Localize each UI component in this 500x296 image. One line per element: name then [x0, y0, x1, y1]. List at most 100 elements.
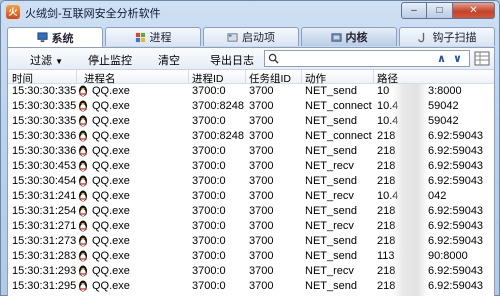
action-cell: NET_connect [305, 130, 372, 142]
process-name-cell: QQ.exe [92, 190, 130, 202]
app-window: 火 火绒剑-互联网安全分析软件 – □ ✕ 系统 进程 启动项 内核 钩子扫描 [0, 0, 500, 296]
chevron-down-icon: ∨ [453, 53, 462, 65]
search-next-button[interactable]: ∨ [453, 52, 462, 65]
path-tail-cell: 6.92:59043 [428, 265, 484, 277]
tab-label: 进程 [149, 32, 172, 44]
pid-cell: 3700:0 [192, 175, 226, 187]
path-tail-cell: 6.92:59043 [428, 280, 484, 292]
tab-hook-scan[interactable]: 钩子扫描 [399, 27, 495, 46]
process-name-cell: QQ.exe [92, 280, 130, 292]
pid-cell: 3700:0 [192, 160, 226, 172]
filter-label: 过滤 [30, 55, 52, 67]
close-button[interactable]: ✕ [453, 2, 495, 19]
qq-penguin-icon [79, 100, 87, 112]
time-cell: 15:30:30:336 [12, 130, 77, 142]
pid-cell: 3700:0 [192, 250, 226, 262]
tab-label: 启动项 [242, 32, 275, 44]
table-header: 时间 进程名 进程ID 任务组ID 动作 路径 [8, 70, 494, 85]
path-tail-cell: 6.92:59043 [428, 130, 484, 142]
path-tail-cell: 042 [428, 190, 447, 202]
path-tail-cell: 6.92:59043 [428, 235, 484, 247]
tab-label: 钩子扫描 [432, 32, 477, 44]
tab-process[interactable]: 进程 [105, 27, 201, 46]
tab-kernel[interactable]: 内核 [301, 27, 397, 46]
qq-penguin-icon [79, 130, 87, 142]
pid-cell: 3700:0 [192, 280, 226, 292]
process-name-cell: QQ.exe [92, 175, 130, 187]
pid-cell: 3700:0 [192, 85, 226, 97]
path-tail-cell: 6.92:59043 [428, 205, 484, 217]
process-name-cell: QQ.exe [92, 145, 130, 157]
group-id-cell: 3700 [249, 175, 274, 187]
group-id-cell: 3700 [249, 190, 274, 202]
clear-button[interactable]: 清空 [158, 52, 180, 68]
group-id-cell: 3700 [249, 130, 274, 142]
qq-penguin-icon [79, 190, 87, 202]
qq-penguin-icon [79, 280, 87, 292]
time-cell: 15:30:31:241 [12, 190, 77, 202]
action-cell: NET_recv [305, 220, 354, 232]
time-cell: 15:30:30:454 [12, 175, 77, 187]
tab-label: 内核 [345, 32, 368, 44]
path-tail-cell: 6.92:59043 [428, 145, 484, 157]
maximize-button[interactable]: □ [427, 2, 453, 19]
pid-cell: 3700:8248 [192, 130, 244, 142]
search-prev-button[interactable]: ∧ [437, 52, 446, 65]
windows-icon [135, 32, 145, 42]
process-name-cell: QQ.exe [92, 220, 130, 232]
pid-cell: 3700:0 [192, 220, 226, 232]
group-id-cell: 3700 [249, 100, 274, 112]
close-icon: ✕ [469, 5, 478, 16]
group-id-cell: 3700 [249, 160, 274, 172]
process-name-cell: QQ.exe [92, 130, 130, 142]
chevron-up-icon: ∧ [437, 53, 446, 65]
kernel-icon [330, 32, 342, 42]
qq-penguin-icon [79, 85, 87, 97]
process-name-cell: QQ.exe [92, 100, 130, 112]
export-log-button[interactable]: 导出日志 [210, 52, 254, 68]
time-cell: 15:30:31:295 [12, 280, 77, 292]
action-cell: NET_send [305, 205, 357, 217]
action-cell: NET_recv [305, 190, 354, 202]
monitor-panel: 过滤 ▼ 停止监控 清空 导出日志 ∧ ∨ 时间 进程名 进程ID 任务组ID … [7, 47, 495, 296]
window-controls: – □ ✕ [401, 2, 495, 20]
time-cell: 15:30:30:335 [12, 115, 77, 127]
qq-penguin-icon [79, 250, 87, 262]
qq-penguin-icon [79, 115, 87, 127]
time-cell: 15:30:30:453 [12, 160, 77, 172]
group-id-cell: 3700 [249, 205, 274, 217]
action-cell: NET_send [305, 115, 357, 127]
qq-penguin-icon [79, 265, 87, 277]
path-tail-cell: 6.92:59043 [428, 160, 484, 172]
process-name-cell: QQ.exe [92, 115, 130, 127]
qq-penguin-icon [79, 235, 87, 247]
process-name-cell: QQ.exe [92, 85, 130, 97]
minimize-button[interactable]: – [401, 2, 427, 19]
process-name-cell: QQ.exe [92, 160, 130, 172]
title-bar[interactable]: 火 火绒剑-互联网安全分析软件 – □ ✕ [1, 1, 499, 23]
time-cell: 15:30:30:335 [12, 100, 77, 112]
column-settings-icon[interactable] [474, 51, 490, 66]
chevron-down-icon: ▼ [55, 57, 63, 66]
pid-cell: 3700:0 [192, 235, 226, 247]
redacted-area [392, 84, 428, 296]
qq-penguin-icon [79, 175, 87, 187]
pid-cell: 3700:8248 [192, 100, 244, 112]
path-tail-cell: 59042 [428, 100, 459, 112]
group-id-cell: 3700 [249, 280, 274, 292]
action-cell: NET_send [305, 280, 357, 292]
action-cell: NET_send [305, 175, 357, 187]
time-cell: 15:30:30:335 [12, 85, 77, 97]
process-name-cell: QQ.exe [92, 265, 130, 277]
time-cell: 15:30:31:254 [12, 205, 77, 217]
tab-system[interactable]: 系统 [7, 27, 103, 47]
search-icon [268, 53, 279, 64]
filter-button[interactable]: 过滤 ▼ [30, 52, 63, 68]
tab-startup[interactable]: 启动项 [203, 27, 299, 46]
group-id-cell: 3700 [249, 220, 274, 232]
path-tail-cell: 6.92:59043 [428, 175, 484, 187]
search-input[interactable]: ∧ ∨ [264, 50, 470, 67]
stop-monitor-button[interactable]: 停止监控 [88, 52, 132, 68]
window-title: 火绒剑-互联网安全分析软件 [25, 8, 161, 20]
action-cell: NET_send [305, 235, 357, 247]
